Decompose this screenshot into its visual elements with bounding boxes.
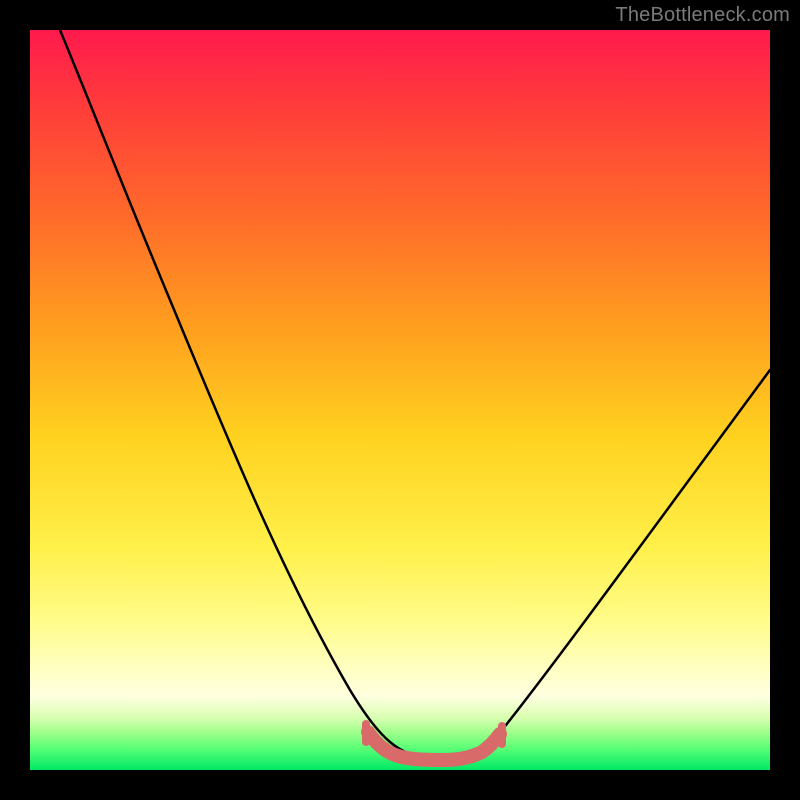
watermark-text: TheBottleneck.com: [615, 4, 790, 27]
bottleneck-curve: [60, 30, 770, 758]
chart-frame: TheBottleneck.com: [0, 0, 800, 800]
minimum-marker: [368, 732, 500, 760]
chart-overlay: [30, 30, 770, 770]
